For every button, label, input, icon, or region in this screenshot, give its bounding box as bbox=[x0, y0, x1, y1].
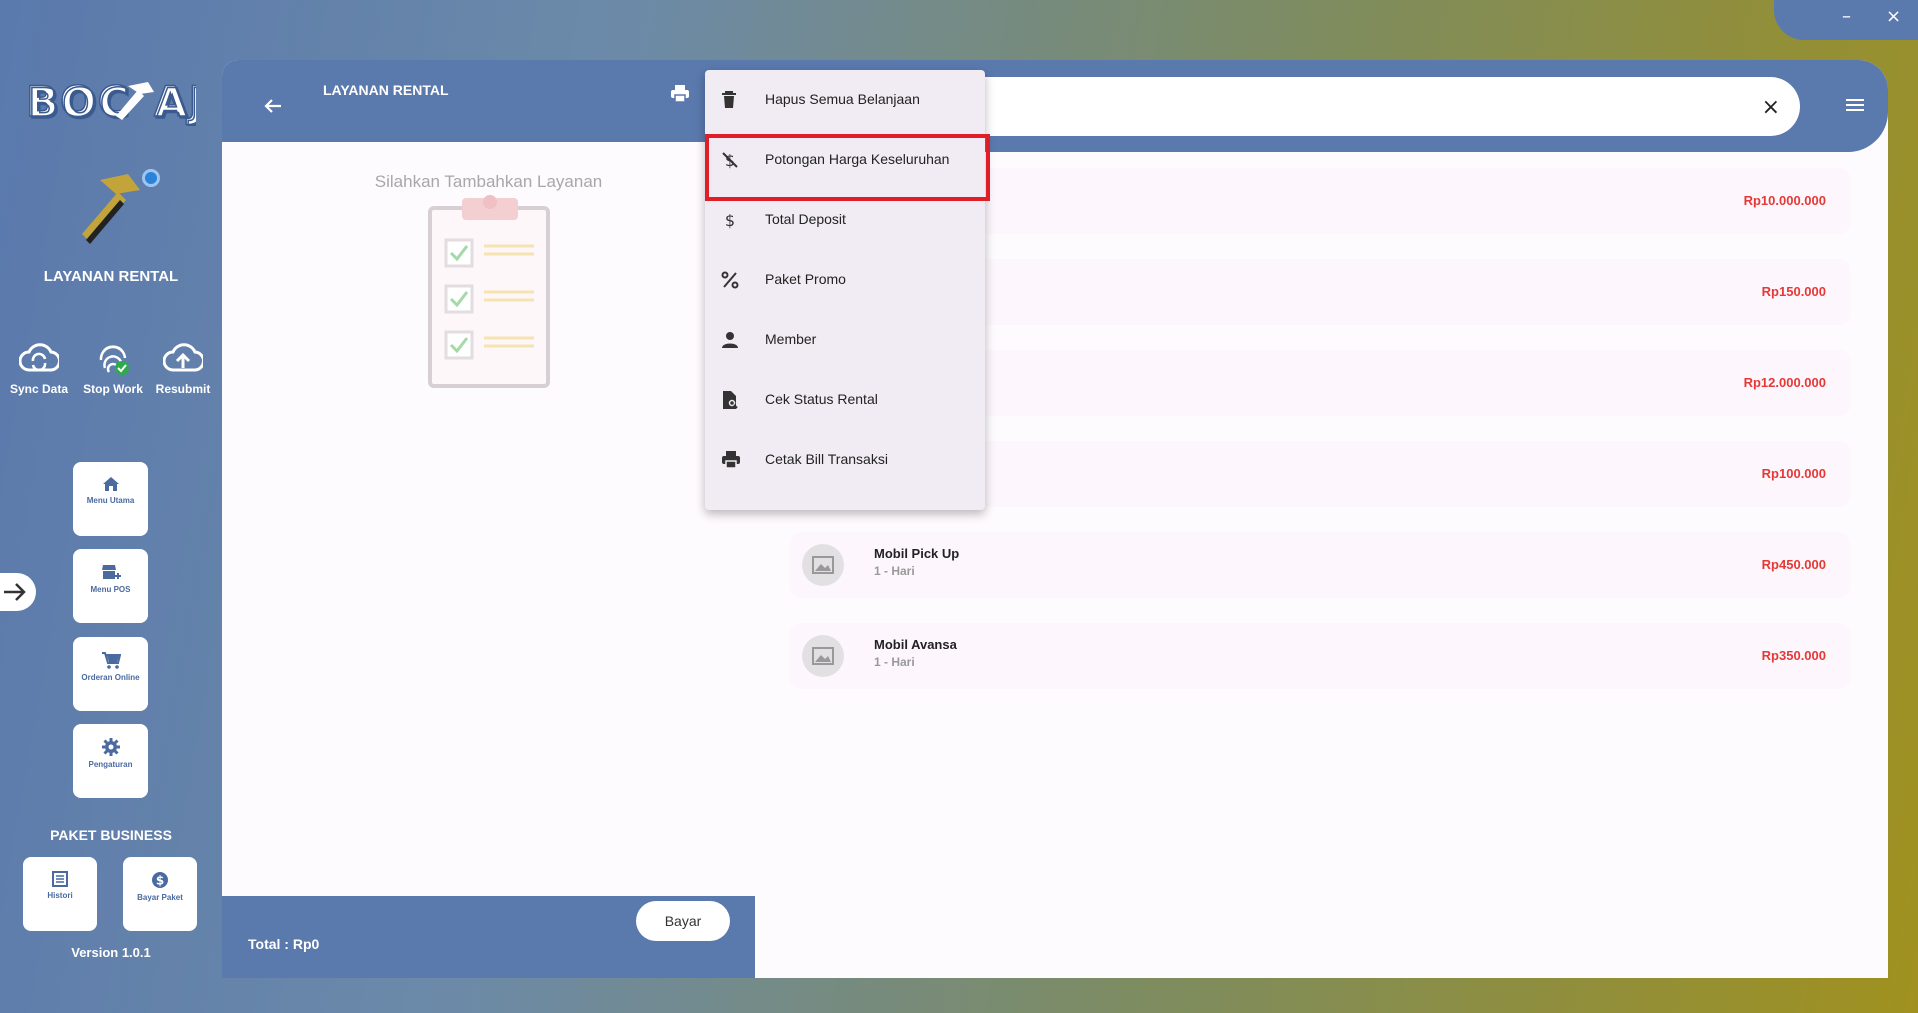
service-price: Rp450.000 bbox=[1761, 557, 1826, 572]
highlight-box bbox=[705, 134, 990, 201]
sidebar: BOC AJA LAYANAN RENTAL Sync Data Stop W bbox=[0, 0, 239, 1013]
arrow-left-icon bbox=[264, 99, 281, 113]
percent-icon bbox=[721, 271, 739, 289]
svg-text:$: $ bbox=[725, 211, 735, 229]
service-row[interactable]: Mobil Pick Up 1 - Hari Rp450.000 bbox=[790, 532, 1850, 598]
dollar-icon: $ bbox=[725, 211, 735, 229]
menu-item-label: Total Deposit bbox=[765, 211, 846, 227]
service-price: Rp350.000 bbox=[1761, 648, 1826, 663]
print-button[interactable] bbox=[670, 85, 690, 108]
service-price: Rp10.000.000 bbox=[1743, 193, 1826, 208]
service-price: Rp100.000 bbox=[1761, 466, 1826, 481]
nav-menu-pos[interactable]: Menu POS bbox=[73, 549, 148, 623]
cloud-sync-icon bbox=[19, 343, 59, 372]
gear-icon bbox=[101, 738, 120, 756]
app-name: LAYANAN RENTAL bbox=[43, 268, 179, 285]
nav-label: Pengaturan bbox=[88, 760, 133, 769]
main-panel: LAYANAN RENTAL × Silahkan Tambahkan Laya… bbox=[222, 60, 1888, 978]
cart-footer: Total : Rp0 Bayar bbox=[222, 896, 755, 978]
menu-item-hapus-semua[interactable]: Hapus Semua Belanjaan bbox=[705, 70, 985, 130]
arrow-right-icon bbox=[4, 583, 26, 601]
stop-work-button[interactable]: Stop Work bbox=[74, 340, 152, 396]
home-icon bbox=[102, 477, 119, 491]
menu-item-label: Hapus Semua Belanjaan bbox=[765, 91, 920, 107]
service-name: Mobil Avansa bbox=[874, 637, 957, 652]
window-controls: – × bbox=[1774, 0, 1918, 40]
empty-cart-message: Silahkan Tambahkan Layanan bbox=[374, 172, 603, 191]
menu-item-label: Cetak Bill Transaksi bbox=[765, 451, 888, 467]
total-label: Total : Rp0 bbox=[248, 936, 320, 952]
print-icon bbox=[722, 451, 740, 469]
bayar-paket-button[interactable]: $ Bayar Paket bbox=[123, 857, 197, 931]
sync-data-button[interactable]: Sync Data bbox=[0, 340, 78, 396]
person-icon bbox=[722, 332, 738, 348]
nav-orderan-online[interactable]: Orderan Online bbox=[73, 637, 148, 711]
service-duration: 1 - Hari bbox=[874, 655, 915, 669]
list-icon bbox=[52, 871, 68, 887]
service-price: Rp12.000.000 bbox=[1743, 375, 1826, 390]
app-logo: BOC AJA bbox=[25, 74, 239, 127]
svg-text:BOC: BOC bbox=[26, 77, 131, 126]
resubmit-button[interactable]: Resubmit bbox=[144, 340, 222, 396]
histori-label: Histori bbox=[47, 891, 73, 900]
nav-label: Orderan Online bbox=[81, 673, 140, 682]
image-placeholder-icon bbox=[802, 635, 844, 677]
menu-item-paket-promo[interactable]: Paket Promo bbox=[705, 250, 985, 310]
svg-text:AJA: AJA bbox=[154, 77, 196, 126]
service-duration: 1 - Hari bbox=[874, 564, 915, 578]
document-search-icon bbox=[723, 391, 738, 409]
sync-data-label: Sync Data bbox=[9, 382, 69, 396]
back-button[interactable] bbox=[264, 98, 282, 119]
store-add-icon bbox=[101, 565, 121, 579]
paket-title: PAKET BUSINESS bbox=[50, 827, 172, 843]
close-window-button[interactable]: × bbox=[1886, 6, 1901, 27]
menu-item-label: Cek Status Rental bbox=[765, 391, 878, 407]
histori-button[interactable]: Histori bbox=[23, 857, 97, 931]
service-price: Rp150.000 bbox=[1761, 284, 1826, 299]
clipboard-illustration bbox=[428, 194, 552, 395]
hamburger-icon bbox=[1846, 99, 1864, 111]
version-label: Version 1.0.1 bbox=[71, 945, 151, 960]
print-icon bbox=[671, 85, 689, 103]
cart-header: LAYANAN RENTAL bbox=[222, 60, 755, 142]
dollar-circle-icon: $ bbox=[152, 872, 168, 888]
stop-work-label: Stop Work bbox=[83, 382, 143, 396]
clear-search-button[interactable]: × bbox=[1762, 95, 1780, 120]
bayar-paket-label: Bayar Paket bbox=[137, 893, 183, 902]
menu-item-member[interactable]: Member bbox=[705, 310, 985, 370]
hamburger-menu-button[interactable] bbox=[1846, 98, 1864, 117]
image-placeholder-icon bbox=[802, 544, 844, 586]
cart-icon bbox=[101, 652, 121, 669]
nav-label: Menu POS bbox=[90, 585, 131, 594]
pay-button[interactable]: Bayar bbox=[636, 901, 730, 941]
nav-pengaturan[interactable]: Pengaturan bbox=[73, 724, 148, 798]
nav-label: Menu Utama bbox=[86, 496, 135, 505]
status-dot bbox=[142, 169, 160, 187]
service-name: Mobil Pick Up bbox=[874, 546, 960, 561]
svg-text:$: $ bbox=[156, 874, 164, 888]
cart-title: LAYANAN RENTAL bbox=[323, 82, 449, 98]
nav-menu-utama[interactable]: Menu Utama bbox=[73, 462, 148, 536]
menu-item-cek-status[interactable]: Cek Status Rental bbox=[705, 370, 985, 430]
trash-icon bbox=[722, 91, 736, 108]
menu-item-label: Member bbox=[765, 331, 817, 347]
cloud-upload-icon bbox=[163, 343, 203, 372]
minimize-button[interactable]: – bbox=[1842, 6, 1851, 27]
fingerprint-icon bbox=[99, 345, 129, 375]
menu-item-cetak-bill[interactable]: Cetak Bill Transaksi bbox=[705, 430, 985, 490]
menu-item-label: Paket Promo bbox=[765, 271, 846, 287]
resubmit-label: Resubmit bbox=[155, 382, 211, 396]
hammer-icon bbox=[78, 172, 142, 248]
logo-mark: BOC AJA bbox=[25, 76, 239, 127]
service-row[interactable]: Mobil Avansa 1 - Hari Rp350.000 bbox=[790, 623, 1850, 689]
